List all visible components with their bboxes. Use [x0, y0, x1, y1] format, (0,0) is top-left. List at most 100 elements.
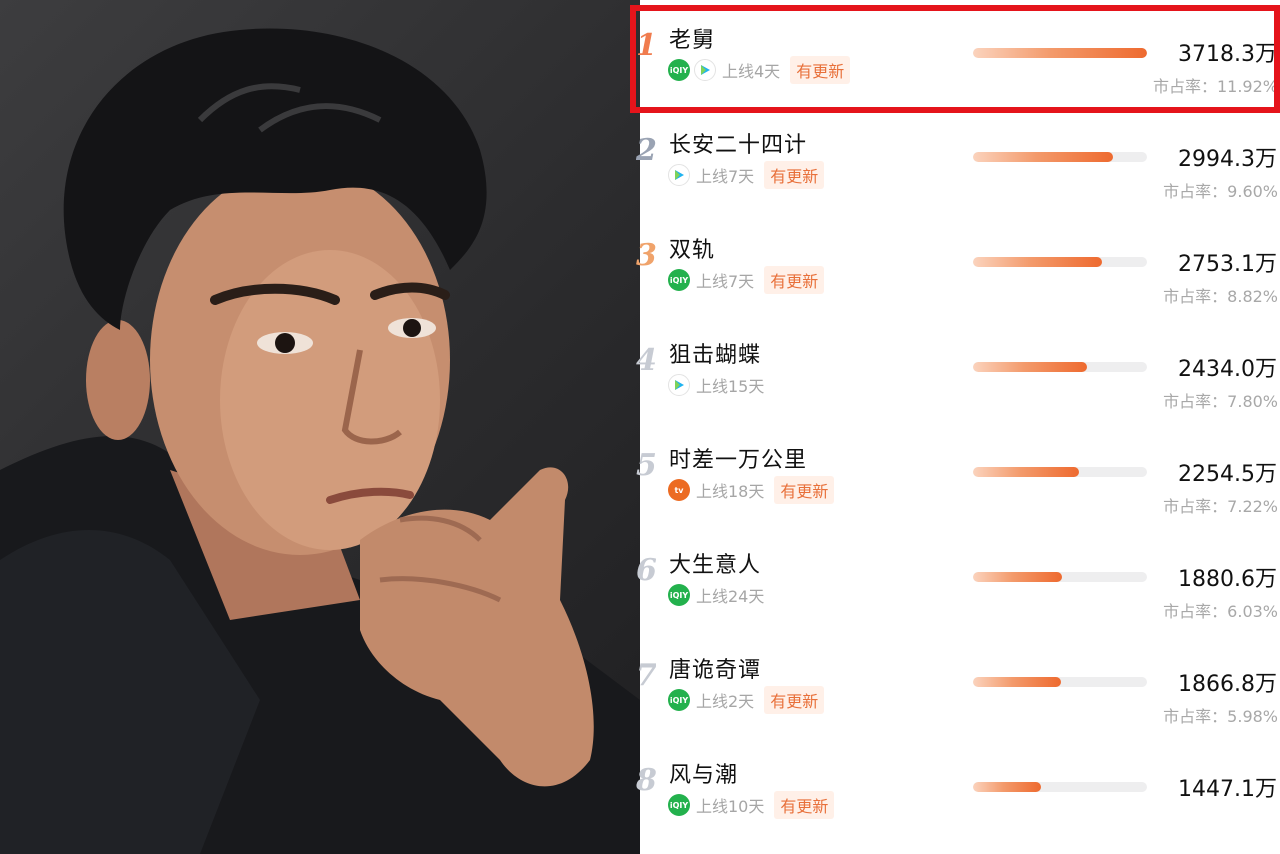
drama-title[interactable]: 老舅	[669, 22, 715, 54]
drama-meta: iQIY 上线2天 有更新	[668, 686, 825, 714]
drama-title[interactable]: 风与潮	[669, 757, 738, 789]
iqiyi-icon: iQIY	[668, 584, 690, 606]
rank-number: 5	[636, 448, 656, 482]
heat-value: 1866.8万	[1178, 672, 1277, 697]
update-badge: 有更新	[764, 686, 825, 714]
ranking-row[interactable]: 4 狙击蝴蝶上线15天 2434.0万市占率：7.80%	[636, 315, 1280, 420]
rank-number: 8	[636, 763, 656, 797]
drama-title[interactable]: 唐诡奇谭	[669, 652, 761, 684]
platform-glyph: iQIY	[669, 800, 689, 810]
market-share: 市占率：8.82%	[1163, 283, 1278, 307]
popularity-bar	[973, 152, 1147, 162]
market-share-value: 9.60%	[1227, 182, 1278, 201]
market-share-value: 11.92%	[1216, 77, 1278, 96]
popularity-bar-fill	[973, 152, 1114, 162]
heat-value: 1880.6万	[1178, 567, 1277, 592]
portrait-photo	[0, 0, 640, 854]
drama-meta: 上线7天 有更新	[668, 161, 825, 189]
heat-value: 3718.3万	[1178, 42, 1277, 67]
online-days: 上线2天	[696, 692, 755, 711]
popularity-bar	[973, 572, 1147, 582]
market-share-label: 市占率：	[1163, 392, 1228, 411]
online-days: 上线24天	[696, 587, 765, 606]
rank-number: 7	[636, 658, 656, 692]
platform-glyph: iQIY	[669, 275, 689, 285]
market-share: 市占率：9.60%	[1163, 178, 1278, 202]
market-share-label: 市占率：	[1163, 182, 1228, 201]
market-share: 市占率：7.22%	[1163, 493, 1278, 517]
drama-title[interactable]: 狙击蝴蝶	[669, 337, 761, 369]
ranking-row[interactable]: 5 时差一万公里 tv 上线18天 有更新 2254.5万市占率：7.22%	[636, 420, 1280, 525]
popularity-bar	[973, 467, 1147, 477]
popularity-bar	[973, 48, 1147, 58]
heat-value: 2254.5万	[1178, 462, 1277, 487]
online-days: 上线7天	[696, 167, 755, 186]
iqiyi-icon: iQIY	[668, 269, 690, 291]
heat-value: 2434.0万	[1178, 357, 1277, 382]
popularity-bar	[973, 362, 1147, 372]
popularity-bar-fill	[973, 257, 1102, 267]
rank-number: 6	[636, 553, 656, 587]
drama-title[interactable]: 时差一万公里	[669, 442, 807, 474]
drama-meta: iQIY 上线24天	[668, 583, 764, 607]
iqiyi-icon: iQIY	[668, 59, 690, 81]
update-badge: 有更新	[764, 161, 825, 189]
popularity-bar	[973, 677, 1147, 687]
platform-glyph: iQIY	[669, 65, 689, 75]
update-badge: 有更新	[774, 791, 835, 819]
popularity-bar-fill	[973, 677, 1061, 687]
market-share-label: 市占率：	[1163, 602, 1228, 621]
rank-number: 2	[636, 133, 656, 167]
online-days: 上线7天	[696, 272, 755, 291]
market-share-label: 市占率：	[1163, 287, 1228, 306]
popularity-bar-fill	[973, 782, 1041, 792]
update-badge: 有更新	[774, 476, 835, 504]
market-share-label: 市占率：	[1163, 707, 1228, 726]
market-share: 市占率：7.80%	[1163, 388, 1278, 412]
ranking-row[interactable]: 1 老舅 iQIY 上线4天 有更新 3718.3万市占率：11.92%	[636, 0, 1280, 105]
market-share-label: 市占率：	[1152, 77, 1217, 96]
popularity-bar	[973, 257, 1147, 267]
mango-tv-icon: tv	[668, 479, 690, 501]
ranking-row[interactable]: 3 双轨 iQIY 上线7天 有更新 2753.1万 市占率：8.82%	[636, 210, 1280, 315]
update-badge: 有更新	[790, 56, 851, 84]
drama-meta: iQIY 上线7天 有更新	[668, 266, 825, 294]
ranking-row[interactable]: 6 大生意人 iQIY 上线24天 1880.6万市占率：6.03%	[636, 525, 1280, 630]
ranking-row[interactable]: 8 风与潮 iQIY 上线10天 有更新 1447.1万	[636, 735, 1280, 840]
update-badge: 有更新	[764, 266, 825, 294]
popularity-bar-fill	[973, 48, 1147, 58]
drama-title[interactable]: 长安二十四计	[669, 127, 807, 159]
market-share: 市占率：5.98%	[1163, 703, 1278, 727]
market-share-value: 7.22%	[1227, 497, 1278, 516]
market-share-value: 8.82%	[1227, 287, 1278, 306]
market-share-value: 6.03%	[1227, 602, 1278, 621]
online-days: 上线18天	[696, 482, 765, 501]
market-share: 市占率：6.03%	[1163, 598, 1278, 622]
drama-ranking-list: 1 老舅 iQIY 上线4天 有更新 3718.3万 市占率：11.92% 2 长安二十四计 上线…	[636, 0, 1280, 854]
market-share-value: 5.98%	[1227, 707, 1278, 726]
drama-title[interactable]: 双轨	[669, 232, 715, 264]
drama-title[interactable]: 大生意人	[669, 547, 761, 579]
popularity-bar	[973, 782, 1147, 792]
market-share: 市占率：11.92%	[1153, 73, 1278, 97]
tencent-video-icon	[694, 59, 716, 81]
ranking-row[interactable]: 2 长安二十四计 上线7天 有更新 2994.3万 市占率：9.60%	[636, 105, 1280, 210]
popularity-bar-fill	[973, 467, 1080, 477]
online-days: 上线4天	[722, 62, 781, 81]
platform-glyph: iQIY	[669, 695, 689, 705]
ranking-row[interactable]: 7 唐诡奇谭 iQIY 上线2天 有更新 1866.8万市占率：5.98%	[636, 630, 1280, 735]
tencent-video-icon	[668, 164, 690, 186]
market-share-value: 7.80%	[1227, 392, 1278, 411]
market-share-label: 市占率：	[1163, 497, 1228, 516]
rank-number: 1	[636, 28, 656, 62]
online-days: 上线15天	[696, 377, 765, 396]
drama-meta: 上线15天	[668, 373, 764, 397]
heat-value: 2994.3万	[1178, 147, 1277, 172]
rank-number: 4	[636, 343, 656, 377]
iqiyi-icon: iQIY	[668, 689, 690, 711]
rank-number: 3	[636, 238, 656, 272]
drama-meta: iQIY 上线10天 有更新	[668, 791, 835, 819]
popularity-bar-fill	[973, 362, 1087, 372]
heat-value: 1447.1万	[1178, 777, 1277, 802]
popularity-bar-fill	[973, 572, 1062, 582]
